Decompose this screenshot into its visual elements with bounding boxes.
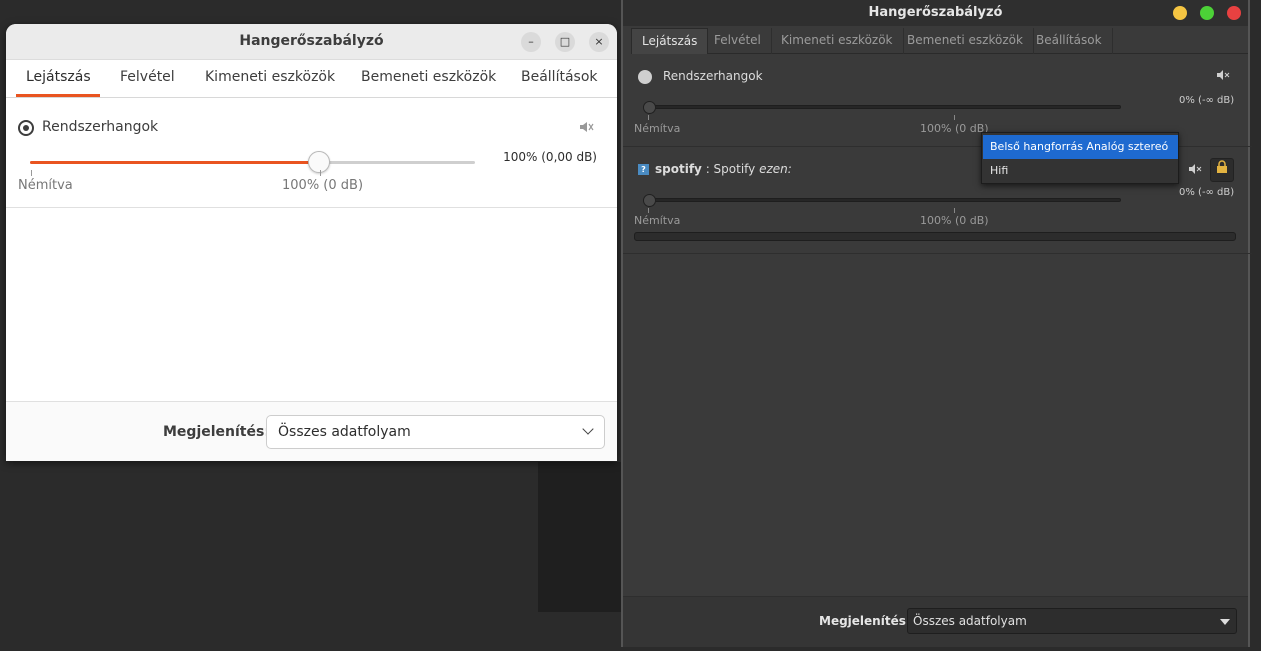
mute-toggle-icon[interactable] xyxy=(1216,69,1230,84)
tick-mark-muted xyxy=(31,170,32,176)
tab-bar: Lejátszás Felvétel Kimeneti eszközök Bem… xyxy=(6,60,617,98)
tab-settings-dark[interactable]: Beállítások xyxy=(1026,28,1113,54)
maximize-button[interactable]: □ xyxy=(555,32,575,52)
volume-slider-handle-dark[interactable] xyxy=(643,194,656,207)
stream-separator: : xyxy=(701,162,714,176)
stream-row-system-sounds: Rendszerhangok 100% (0,00 dB) Némítva 10… xyxy=(6,110,617,208)
volume-readout-dark: 0% (-∞ dB) xyxy=(1179,187,1235,198)
maximize-button-dark[interactable] xyxy=(1200,6,1214,20)
tab-settings[interactable]: Beállítások xyxy=(521,69,598,85)
spotify-app-icon: ? xyxy=(638,164,649,175)
volume-slider-dark[interactable] xyxy=(643,198,1121,202)
show-dropdown-dark[interactable]: Összes adatfolyam xyxy=(907,608,1237,634)
tick-mark-muted xyxy=(648,208,649,213)
menu-item-internal-analog-stereo[interactable]: Belső hangforrás Analóg sztereó xyxy=(983,135,1178,159)
label-100-percent: 100% (0 dB) xyxy=(920,214,989,227)
system-sounds-icon xyxy=(638,70,652,84)
level-meter xyxy=(634,232,1236,241)
mute-toggle-icon[interactable] xyxy=(1188,163,1202,178)
minimize-button[interactable]: – xyxy=(521,32,541,52)
show-label: Megjelenítés: xyxy=(163,424,270,440)
window-title-dark: Hangerőszabályzó xyxy=(868,5,1003,20)
dropdown-arrow-icon xyxy=(1220,619,1230,625)
tick-mark-100 xyxy=(320,170,321,176)
label-100-percent: 100% (0 dB) xyxy=(920,122,989,135)
volume-slider-handle-dark[interactable] xyxy=(643,101,656,114)
close-button-dark[interactable] xyxy=(1227,6,1241,20)
label-100-percent: 100% (0 dB) xyxy=(282,178,364,193)
system-sounds-icon xyxy=(18,120,34,136)
volume-control-window-dark: Hangerőszabályzó Lejátszás Felvétel Kime… xyxy=(621,0,1252,647)
menu-item-hifi[interactable]: Hifi xyxy=(983,159,1178,183)
active-tab-indicator xyxy=(16,94,100,97)
tab-output-devices-dark[interactable]: Kimeneti eszközök xyxy=(771,28,904,54)
tab-input-devices[interactable]: Bemeneti eszközök xyxy=(361,69,496,85)
tab-bar-dark: Lejátszás Felvétel Kimeneti eszközök Bem… xyxy=(631,28,1248,54)
show-dropdown[interactable]: Összes adatfolyam xyxy=(266,415,605,449)
mute-toggle-icon[interactable] xyxy=(578,119,594,139)
lock-channels-button[interactable] xyxy=(1210,158,1234,182)
output-device-popup-menu: Belső hangforrás Analóg sztereó Hifi xyxy=(981,132,1179,184)
chevron-down-icon xyxy=(582,423,594,435)
tick-mark-muted xyxy=(648,115,649,120)
footer-bar-dark: Megjelenítés: Összes adatfolyam xyxy=(623,596,1248,647)
label-muted: Némítva xyxy=(634,122,681,135)
tick-mark-100 xyxy=(954,208,955,213)
tab-input-devices-dark[interactable]: Bemeneti eszközök xyxy=(897,28,1034,54)
show-dropdown-value: Összes adatfolyam xyxy=(278,424,411,440)
label-muted: Némítva xyxy=(634,214,681,227)
volume-slider-dark[interactable] xyxy=(643,105,1121,109)
volume-slider[interactable] xyxy=(30,161,475,164)
tab-playback-dark[interactable]: Lejátszás xyxy=(631,28,709,54)
volume-readout: 100% (0,00 dB) xyxy=(503,150,597,164)
show-label-dark: Megjelenítés: xyxy=(819,614,911,628)
tab-playback[interactable]: Lejátszás xyxy=(26,69,91,85)
minimize-button-dark[interactable] xyxy=(1173,6,1187,20)
tick-mark-100 xyxy=(954,115,955,120)
close-button[interactable]: × xyxy=(589,32,609,52)
stream-app-name: spotify xyxy=(655,162,702,176)
show-dropdown-value-dark: Összes adatfolyam xyxy=(913,614,1027,628)
background-panel xyxy=(538,462,622,612)
title-bar-dark[interactable]: Hangerőszabályzó xyxy=(623,0,1248,26)
tab-recording-dark[interactable]: Felvétel xyxy=(704,28,772,54)
volume-control-window-light: Hangerőszabályzó – □ × Lejátszás Felvéte… xyxy=(6,24,617,461)
footer-bar: Megjelenítés: Összes adatfolyam xyxy=(6,401,617,461)
tab-output-devices[interactable]: Kimeneti eszközök xyxy=(205,69,335,85)
stream-title: Spotify xyxy=(713,162,756,176)
stream-name-dark: Rendszerhangok xyxy=(663,69,763,83)
volume-readout-dark: 0% (-∞ dB) xyxy=(1179,95,1235,106)
stream-device-suffix: ezen: xyxy=(759,162,792,176)
volume-slider-fill xyxy=(30,161,320,164)
title-bar[interactable]: Hangerőszabályzó – □ × xyxy=(6,24,617,60)
stream-name: Rendszerhangok xyxy=(42,119,159,135)
spotify-stream-name: spotify : Spotify ezen: xyxy=(655,162,792,176)
tab-recording[interactable]: Felvétel xyxy=(120,69,175,85)
label-muted: Némítva xyxy=(18,178,73,193)
